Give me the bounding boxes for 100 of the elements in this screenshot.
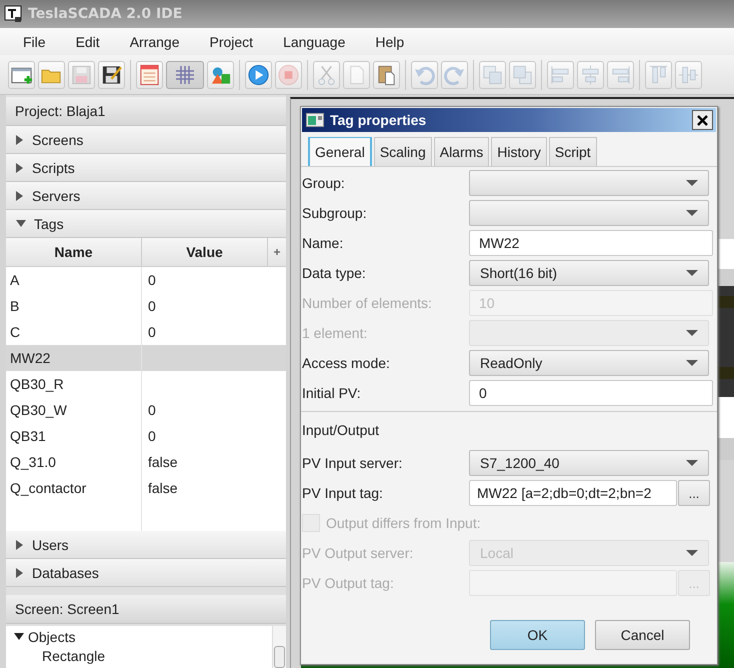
table-row[interactable]: QB30_R	[6, 371, 286, 397]
section-header[interactable]: Screens	[6, 126, 286, 154]
table-cell: Q_contactor	[6, 475, 142, 501]
tab[interactable]: Script	[548, 137, 597, 166]
add-column-button[interactable]: +	[268, 238, 286, 266]
collapsed-arrow-icon	[16, 190, 24, 200]
table-row[interactable]: B 0	[6, 293, 286, 319]
new-document-button[interactable]	[8, 60, 35, 88]
field-label: PV Input tag:	[302, 485, 384, 501]
dialog-button[interactable]: OK	[490, 620, 585, 650]
table-cell: A	[6, 267, 142, 293]
field-label: Group:	[302, 175, 346, 191]
scroll-thumb[interactable]	[274, 646, 285, 668]
tree-item[interactable]: Objects	[28, 628, 76, 644]
caret-icon	[686, 550, 698, 556]
menu-item[interactable]: Help	[362, 34, 418, 50]
table-cell-text: false	[147, 453, 179, 472]
table-cell-text: 0	[147, 271, 157, 290]
field-label: Initial PV:	[302, 385, 362, 401]
caret-icon	[686, 210, 698, 216]
table-cell: Q_31.0	[6, 449, 142, 475]
table-cell: B	[6, 293, 142, 319]
dialog-title: Tag properties	[330, 112, 428, 128]
field-label: PV Input server:	[302, 455, 404, 471]
menu-item[interactable]: File	[10, 34, 59, 50]
panel-header: Project: Blaja1	[6, 97, 286, 126]
section-header[interactable]: Tags	[6, 210, 286, 238]
dropdown[interactable]: Short(16 bit)	[469, 260, 709, 286]
dropdown[interactable]	[469, 170, 709, 196]
table-cell: MW22	[6, 345, 142, 371]
column-header[interactable]: Value	[142, 238, 268, 266]
table-cell-text: 0	[147, 323, 157, 342]
table-row[interactable]: A 0	[6, 267, 286, 293]
menu-item[interactable]: Language	[270, 34, 358, 50]
window-list-button[interactable]	[136, 60, 163, 88]
grid-button[interactable]	[166, 60, 204, 88]
table-row[interactable]: QB31 0	[6, 423, 286, 449]
scroll-bar[interactable]	[272, 626, 286, 668]
table-cell: QB30_W	[6, 397, 142, 423]
field-label: 1 element:	[302, 325, 368, 341]
app-icon	[4, 5, 22, 23]
section-label: Input/Output	[302, 422, 380, 438]
table-row[interactable]: MW22	[6, 345, 286, 371]
collapsed-arrow-icon	[16, 568, 24, 578]
column-header[interactable]: Name	[6, 238, 142, 266]
tab[interactable]: Alarms	[434, 137, 490, 166]
floppy-disk-pencil-button[interactable]	[98, 60, 125, 88]
window-title: TeslaSCADA 2.0 IDE	[28, 6, 182, 22]
menu-item[interactable]: Edit	[62, 34, 113, 50]
play-icon	[247, 62, 270, 86]
clipboard-button[interactable]	[373, 60, 400, 88]
table-cell-text: 0	[147, 297, 157, 316]
window-icon	[306, 113, 324, 127]
section-header[interactable]: Users	[6, 531, 286, 559]
shapes-button[interactable]	[207, 60, 234, 88]
section-label: Databases	[32, 564, 99, 580]
field-label: PV Output server:	[302, 545, 414, 561]
play-button[interactable]	[245, 60, 272, 88]
table-cell: QB30_R	[6, 371, 142, 397]
tab[interactable]: General	[308, 137, 372, 166]
table-cell-text: false	[147, 479, 179, 498]
close-icon	[697, 114, 708, 126]
section-label: Servers	[32, 188, 80, 204]
browse-button[interactable]: ...	[678, 480, 710, 506]
dropdown[interactable]	[469, 200, 709, 226]
menu-item[interactable]: Project	[196, 34, 266, 50]
expanded-arrow-icon	[16, 220, 26, 228]
table-row[interactable]: Q_31.0 false	[6, 449, 286, 475]
tab[interactable]: Scaling	[374, 137, 432, 166]
section-header[interactable]: Databases	[6, 559, 286, 587]
section-header[interactable]: Scripts	[6, 154, 286, 182]
collapsed-arrow-icon	[16, 540, 24, 550]
table-row[interactable]: QB30_W 0	[6, 397, 286, 423]
tree-item[interactable]: Rectangle	[42, 648, 106, 664]
collapsed-arrow-icon	[16, 134, 24, 144]
table-cell: QB31	[6, 423, 142, 449]
dropdown[interactable]: ReadOnly	[469, 350, 709, 376]
panel-header: Screen: Screen1	[6, 595, 286, 624]
section-label: Tags	[34, 216, 64, 232]
menu-item[interactable]: Arrange	[116, 34, 192, 50]
table-row[interactable]: Q_contactor false	[6, 475, 286, 501]
caret-icon	[686, 180, 698, 186]
section-label: Scripts	[32, 160, 75, 176]
field-label: Name:	[302, 235, 344, 251]
table-cell-text: 0	[147, 427, 157, 446]
stop-icon	[277, 62, 300, 86]
dropdown[interactable]: S7_1200_40	[469, 450, 709, 476]
input-field[interactable]: MW22	[469, 230, 713, 256]
close-button[interactable]	[692, 110, 713, 130]
field-label: PV Output tag:	[302, 575, 395, 591]
input-field[interactable]: MW22 [a=2;db=0;dt=2;bn=2	[469, 480, 677, 506]
input-field[interactable]: 0	[469, 380, 713, 406]
table-cell-text: 0	[147, 401, 157, 420]
field-label: Access mode:	[302, 355, 391, 371]
section-header[interactable]: Servers	[6, 182, 286, 210]
collapsed-arrow-icon	[16, 162, 24, 172]
tab[interactable]: History	[491, 137, 547, 166]
dialog-button[interactable]: Cancel	[595, 620, 690, 650]
window-list-icon	[138, 62, 161, 86]
section-label: Users	[32, 536, 69, 552]
